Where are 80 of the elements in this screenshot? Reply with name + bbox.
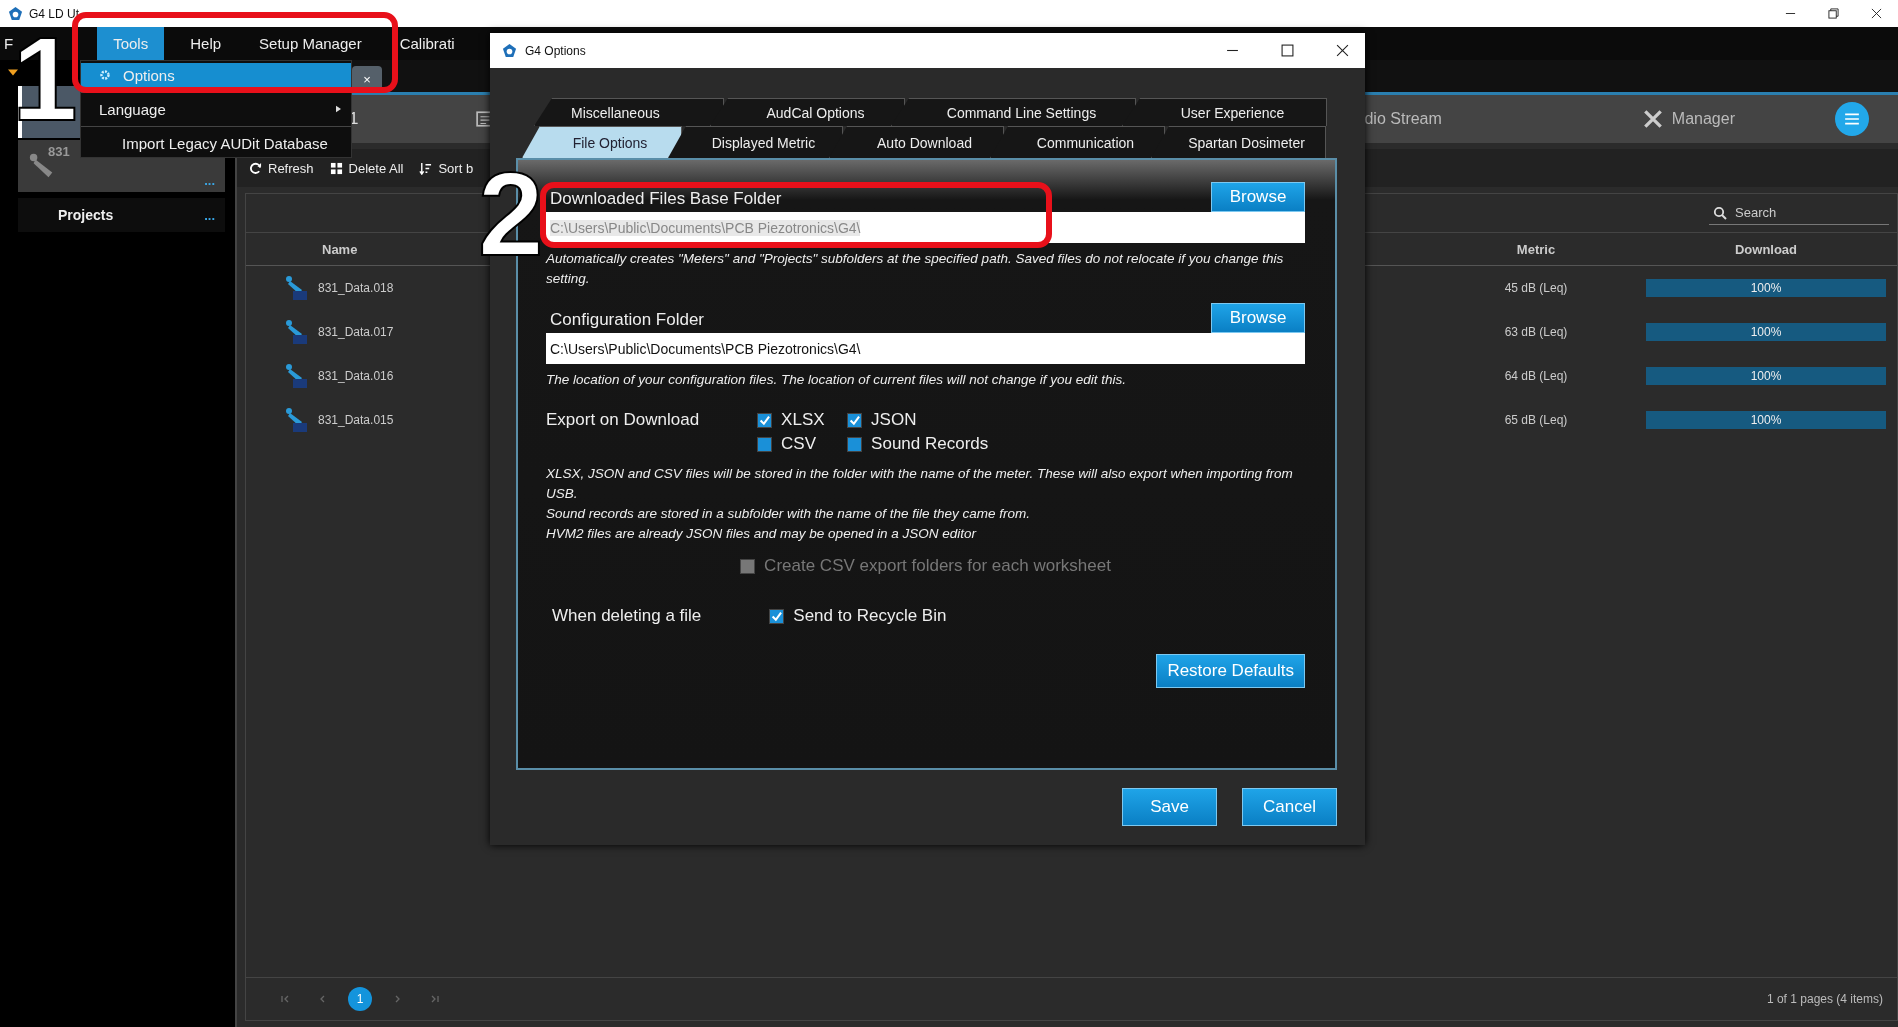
menu-item[interactable]: Language <box>81 97 351 121</box>
sound-meter-icon <box>284 407 308 433</box>
tab[interactable]: Auto Download <box>829 126 1004 158</box>
tab[interactable]: Miscellaneous <box>534 98 724 126</box>
export-checkbox[interactable]: JSON <box>847 410 989 430</box>
checkmark-icon <box>758 413 772 427</box>
projects-header[interactable]: Projects ... <box>18 198 225 232</box>
dialog-title: G4 Options <box>525 43 586 58</box>
tools-icon <box>1641 108 1664 130</box>
checkmark-icon <box>848 413 862 427</box>
export-checkbox[interactable]: CSV <box>757 434 848 454</box>
tab[interactable]: AudCal Options <box>710 98 905 126</box>
menu-icon <box>1844 112 1860 126</box>
metric-value: 64 dB (Leq) <box>1504 369 1568 383</box>
tab[interactable]: Spartan Dosimeter <box>1151 126 1326 158</box>
sound-meter-icon <box>284 275 308 301</box>
projects-label: Projects <box>58 207 114 223</box>
help-text: Sound records are stored in a subfolder with the name of the file they came from. <box>546 505 1031 523</box>
download-progress-bar: 100% <box>1646 367 1886 385</box>
sound-meter-icon <box>284 319 308 345</box>
manager-button[interactable]: Manager <box>1641 108 1735 130</box>
first-page-icon[interactable] <box>280 994 290 1004</box>
more-button[interactable]: ... <box>204 173 215 188</box>
file-name: 831_Data.018 <box>318 281 394 295</box>
column-header[interactable]: Download <box>1646 241 1886 257</box>
help-text: The location of your configuration files. The location of current files will not change if you edit this. <box>546 371 1128 389</box>
recycle-bin-checkbox[interactable]: Send to Recycle Bin <box>769 606 947 626</box>
metric-value: 45 dB (Leq) <box>1504 281 1568 295</box>
export-checkbox[interactable]: Sound Records <box>847 434 989 454</box>
menu-button[interactable] <box>1835 102 1869 136</box>
tab[interactable]: User Experience <box>1122 98 1327 126</box>
download-progress-bar: 100% <box>1646 411 1886 429</box>
field-label: Configuration Folder <box>550 310 705 330</box>
option-label: When deleting a file <box>552 606 702 626</box>
toolbar-button[interactable]: Sort b <box>419 160 474 176</box>
file-name: 831_Data.017 <box>318 325 394 339</box>
submenu-arrow-icon <box>336 105 341 113</box>
close-icon[interactable] <box>1336 44 1349 57</box>
app-logo-icon <box>502 43 517 58</box>
gear-icon <box>99 69 111 81</box>
file-name: 831_Data.015 <box>318 413 394 427</box>
close-icon[interactable] <box>1871 8 1882 19</box>
column-header[interactable]: Name <box>322 241 358 257</box>
toolbar-button[interactable]: Refresh <box>249 160 314 176</box>
tab[interactable]: Command Line Settings <box>891 98 1136 126</box>
export-checkbox[interactable]: XLSX <box>757 410 848 430</box>
option-label: Export on Download <box>546 410 700 431</box>
metric-value: 63 dB (Leq) <box>1504 325 1568 339</box>
download-progress-bar: 100% <box>1646 279 1886 297</box>
device-name: 831 <box>48 144 70 159</box>
help-text: Automatically creates "Meters" and "Projects" subfolders at the specified path. Saved files do not relocate if you change this setting. <box>546 250 1285 288</box>
field-label: Downloaded Files Base Folder <box>550 189 782 209</box>
column-header[interactable]: Metric <box>1516 241 1556 257</box>
toolbar-button[interactable]: Delete All <box>329 160 404 176</box>
menu-item[interactable]: Help <box>178 27 234 60</box>
grid-icon <box>329 161 343 175</box>
more-button[interactable]: ... <box>204 207 215 223</box>
page-summary: 1 of 1 pages (4 items) <box>1766 992 1883 1006</box>
tab-close-button[interactable]: × <box>363 71 371 87</box>
search-field[interactable]: Search <box>1733 204 1867 221</box>
help-text: HVM2 files are already JSON files and may be opened in a JSON editor <box>546 525 978 543</box>
file-name: 831_Data.016 <box>318 369 394 383</box>
last-page-icon[interactable] <box>430 994 440 1004</box>
audio-stream-button[interactable]: dio Stream <box>1364 110 1442 128</box>
search-icon <box>1713 205 1727 220</box>
restore-icon[interactable] <box>1828 8 1839 19</box>
sort-icon <box>419 161 433 175</box>
sound-meter-icon <box>284 363 308 389</box>
metric-value: 65 dB (Leq) <box>1504 413 1568 427</box>
refresh-icon <box>249 161 262 175</box>
tab[interactable]: Displayed Metric <box>668 126 843 158</box>
tab[interactable]: Communication <box>990 126 1165 158</box>
menu-item[interactable]: Calibrati <box>387 27 467 60</box>
folder-path-field[interactable]: C:\Users\Public\Documents\PCB Piezotronics\G4\ <box>546 333 1305 364</box>
help-text: XLSX, JSON and CSV files will be stored in the folder with the name of the meter. These will also export when importing from USB. <box>546 465 1294 503</box>
checkmark-icon <box>770 609 784 623</box>
download-progress-bar: 100% <box>1646 323 1886 341</box>
menu-item[interactable]: Setup Manager <box>247 27 374 60</box>
tab[interactable]: File Options <box>522 126 682 158</box>
maximize-icon[interactable] <box>1281 44 1294 57</box>
